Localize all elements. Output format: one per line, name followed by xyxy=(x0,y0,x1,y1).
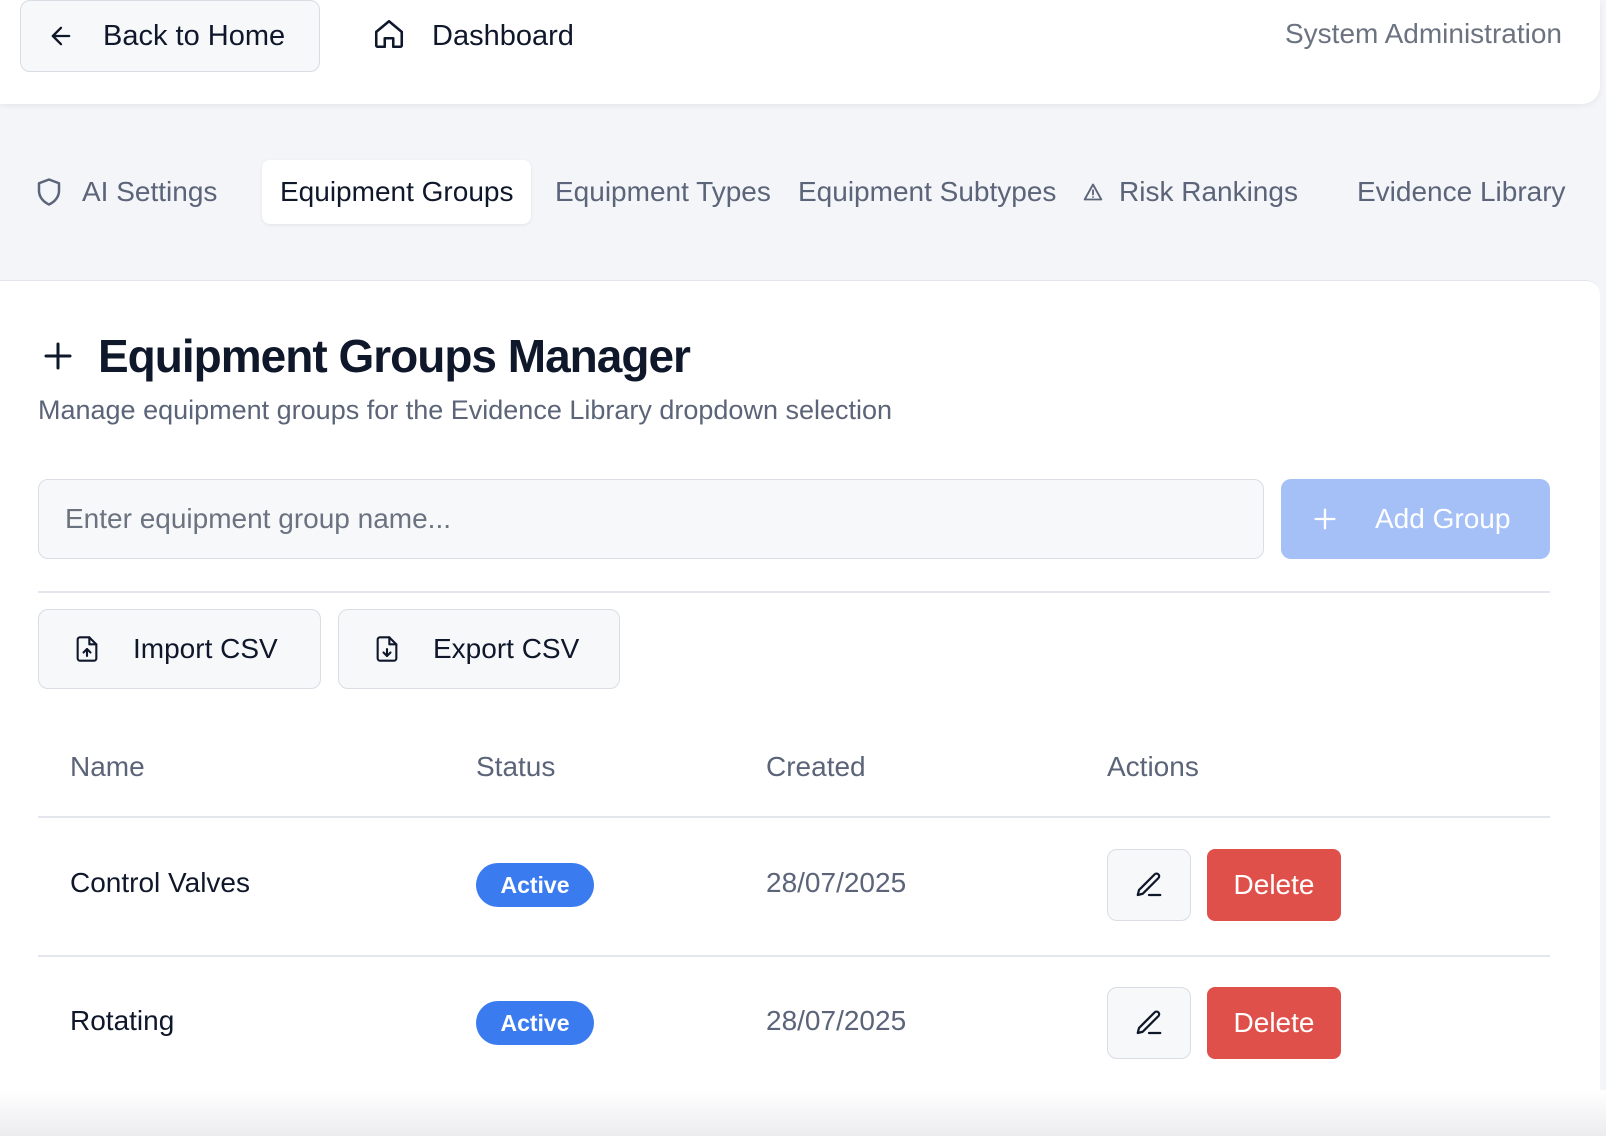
delete-button[interactable]: Delete xyxy=(1207,849,1341,921)
pencil-icon xyxy=(1134,870,1164,900)
tab-label: Equipment Types xyxy=(555,176,771,207)
tab-equipment-groups[interactable]: Equipment Groups xyxy=(262,160,532,224)
export-csv-label: Export CSV xyxy=(433,633,580,664)
edit-button[interactable] xyxy=(1107,849,1191,921)
tab-equipment-subtypes[interactable]: Equipment Subtypes xyxy=(798,160,1056,224)
title-row: Equipment Groups Manager xyxy=(40,329,691,383)
plus-icon xyxy=(1311,504,1341,534)
arrow-left-icon xyxy=(47,21,77,51)
warning-icon xyxy=(1083,182,1103,202)
bottom-edge xyxy=(0,1090,1606,1136)
tab-label: Evidence Library xyxy=(1357,176,1566,207)
edit-button[interactable] xyxy=(1107,987,1191,1059)
delete-button[interactable]: Delete xyxy=(1207,987,1341,1059)
tab-ai-settings[interactable]: AI Settings xyxy=(34,160,217,224)
export-csv-button[interactable]: Export CSV xyxy=(338,609,620,689)
admin-tabs: AI Settings Equipment Groups Equipment T… xyxy=(0,150,1606,230)
table-header-divider xyxy=(38,816,1550,818)
created-date: 28/07/2025 xyxy=(766,1005,907,1036)
tab-equipment-types[interactable]: Equipment Types xyxy=(555,160,771,224)
group-name: Rotating xyxy=(70,1005,175,1036)
import-csv-button[interactable]: Import CSV xyxy=(38,609,321,689)
divider xyxy=(38,591,1550,593)
back-to-home-label: Back to Home xyxy=(103,19,286,52)
column-header-status: Status xyxy=(476,751,556,782)
dashboard-label: Dashboard xyxy=(432,19,574,52)
dashboard-link[interactable]: Dashboard xyxy=(372,14,574,58)
file-upload-icon xyxy=(73,633,103,665)
row-divider xyxy=(38,955,1550,957)
file-download-icon xyxy=(373,633,403,665)
tab-label: Equipment Groups xyxy=(280,176,514,207)
add-group-button[interactable]: Add Group xyxy=(1281,479,1550,559)
back-to-home-button[interactable]: Back to Home xyxy=(20,0,320,72)
plus-icon xyxy=(40,338,76,374)
tab-evidence-library[interactable]: Evidence Library xyxy=(1357,160,1566,224)
tab-label: Risk Rankings xyxy=(1119,176,1298,207)
status-badge: Active xyxy=(476,1001,594,1045)
created-date: 28/07/2025 xyxy=(766,867,907,898)
tab-risk-rankings[interactable]: Risk Rankings xyxy=(1083,160,1298,224)
home-icon xyxy=(372,17,406,56)
group-name: Control Valves xyxy=(70,867,251,898)
shield-icon xyxy=(34,177,64,207)
group-name-input[interactable] xyxy=(38,479,1264,559)
page-section-title: System Administration xyxy=(1285,18,1562,49)
tab-label: Equipment Subtypes xyxy=(798,176,1057,207)
tab-label: AI Settings xyxy=(82,176,218,207)
equipment-groups-card: Equipment Groups Manager Manage equipmen… xyxy=(0,280,1600,1136)
add-group-label: Add Group xyxy=(1375,503,1511,534)
column-header-created: Created xyxy=(766,751,866,782)
top-bar: Back to Home Dashboard System Administra… xyxy=(0,0,1600,104)
column-header-name: Name xyxy=(70,751,145,782)
column-header-actions: Actions xyxy=(1107,751,1199,782)
pencil-icon xyxy=(1134,1008,1164,1038)
status-badge: Active xyxy=(476,863,594,907)
page-title: Equipment Groups Manager xyxy=(98,330,691,382)
import-csv-label: Import CSV xyxy=(133,633,278,664)
page-subtitle: Manage equipment groups for the Evidence… xyxy=(38,395,893,425)
